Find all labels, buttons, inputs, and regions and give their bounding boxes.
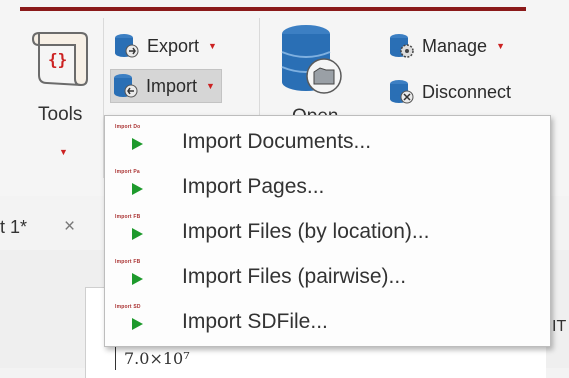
menu-item-import-documents[interactable]: Import Do Import Documents...	[105, 118, 550, 162]
menu-item-label: Import Files (by location)...	[182, 220, 430, 243]
database-export-icon	[115, 34, 139, 58]
manage-label: Manage	[422, 35, 488, 56]
script-scroll-icon: {}	[31, 32, 88, 87]
play-icon	[132, 183, 143, 195]
manage-button[interactable]: Manage ▼	[387, 30, 505, 62]
play-icon	[132, 228, 143, 240]
svg-text:{}: {}	[48, 50, 67, 69]
database-import-icon	[114, 74, 138, 98]
database-disconnect-icon	[390, 80, 414, 104]
export-button[interactable]: Export ▼	[112, 30, 217, 62]
import-mini-label: Import Pa	[115, 169, 140, 175]
menu-item-label: Import Documents...	[182, 130, 372, 153]
chevron-down-icon: ▼	[496, 41, 505, 51]
play-icon	[132, 138, 143, 150]
play-icon	[132, 318, 143, 330]
import-dropdown-menu: Import Do Import Documents... Import Pa …	[104, 115, 551, 347]
export-label: Export	[147, 35, 200, 56]
import-mini-label: Import SD	[115, 304, 141, 310]
play-icon	[132, 273, 143, 285]
chevron-down-icon: ▼	[59, 147, 68, 157]
import-button[interactable]: Import ▼	[110, 69, 222, 103]
menu-item-label: Import Pages...	[182, 175, 325, 198]
import-mini-label: Import FB	[115, 214, 141, 220]
disconnect-button[interactable]: Disconnect	[387, 76, 511, 108]
disconnect-label: Disconnect	[422, 81, 512, 102]
menu-item-import-sdfile[interactable]: Import SD Import SDFile...	[105, 298, 550, 342]
import-mini-label: Import FB	[115, 259, 141, 265]
menu-item-label: Import Files (pairwise)...	[182, 265, 407, 288]
menu-item-import-pages[interactable]: Import Pa Import Pages...	[105, 163, 550, 207]
tools-label: Tools	[38, 104, 83, 125]
close-icon[interactable]: ×	[64, 216, 75, 238]
chevron-down-icon: ▼	[208, 41, 217, 51]
import-label: Import	[146, 75, 198, 96]
import-mini-label: Import Do	[115, 124, 141, 130]
chevron-down-icon: ▼	[206, 81, 215, 91]
ribbon-accent-bar	[20, 7, 526, 11]
menu-item-label: Import SDFile...	[182, 310, 328, 333]
tools-button[interactable]: {} Tools ▼	[16, 20, 102, 168]
axis-tick-label: 7.0×10⁷	[124, 349, 190, 368]
document-edge-text: IT	[552, 318, 567, 335]
database-open-icon	[281, 25, 342, 94]
menu-item-import-files-by-location[interactable]: Import FB Import Files (by location)...	[105, 208, 550, 252]
open-button[interactable]	[276, 22, 366, 112]
document-tab-title[interactable]: t 1*	[0, 217, 27, 238]
menu-item-import-files-pairwise[interactable]: Import FB Import Files (pairwise)...	[105, 253, 550, 297]
database-manage-icon	[390, 34, 414, 58]
